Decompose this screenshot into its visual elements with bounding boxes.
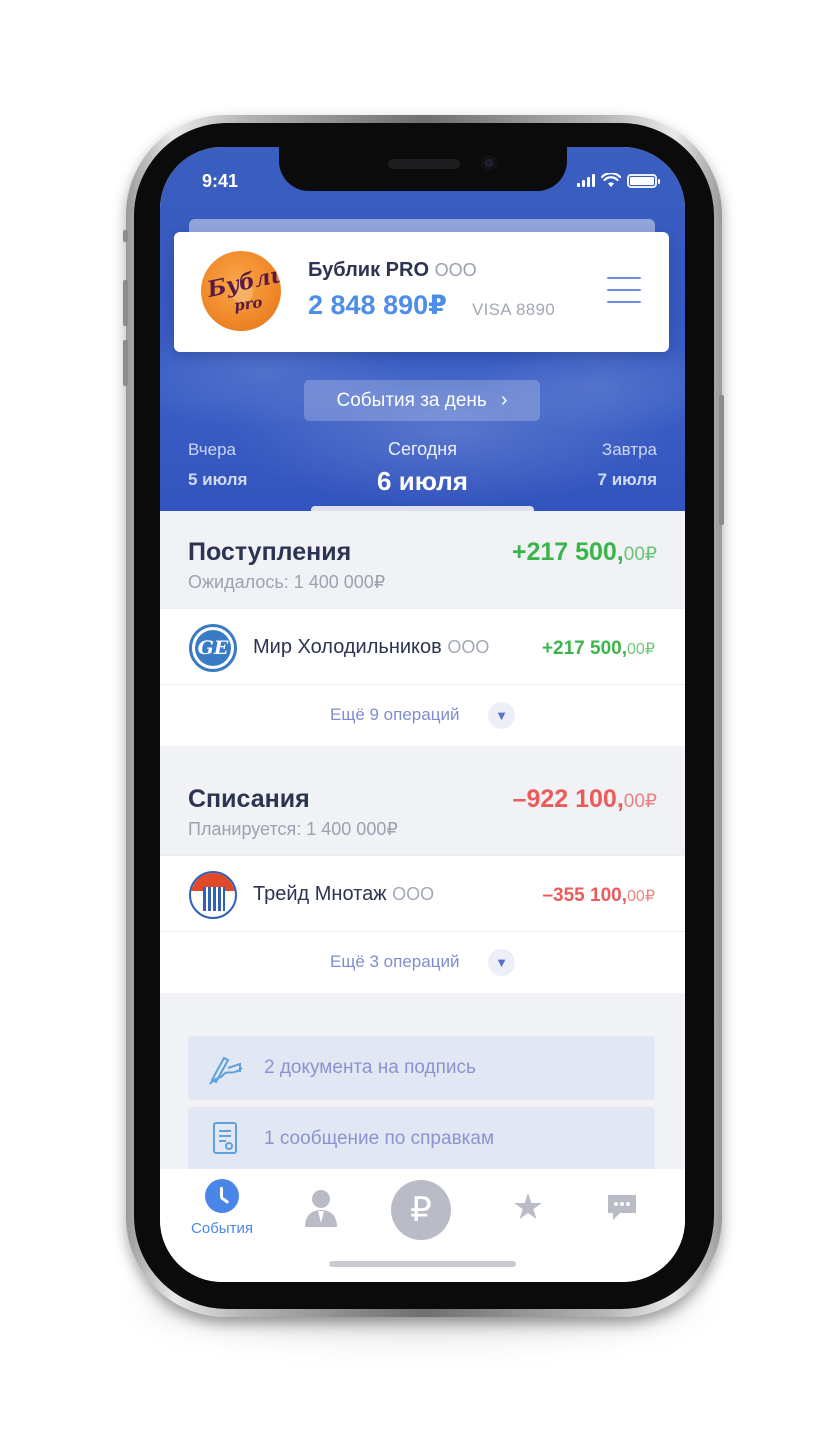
wifi-icon	[601, 173, 621, 187]
income-more-label: Ещё 9 операций	[330, 705, 460, 724]
income-operation-name: Мир Холодильников ООО	[253, 636, 489, 659]
day-events-button[interactable]: События за день ›	[304, 380, 540, 421]
logo-sub: pro	[232, 293, 264, 315]
power-button	[719, 395, 724, 525]
account-balance: 2 848 890₽	[308, 290, 447, 320]
day-today-label: Сегодня	[388, 439, 457, 459]
chevron-right-icon: ›	[500, 389, 508, 411]
expense-more-button[interactable]: Ещё 3 операций ▼	[160, 931, 685, 993]
expense-planned: Планируется: 1 400 000₽	[188, 819, 398, 839]
signature-icon	[209, 1056, 243, 1085]
battery-icon	[627, 173, 660, 188]
company-name: Бублик PRO ООО	[308, 259, 477, 282]
income-operation-amount: +217 500,00₽	[542, 638, 655, 660]
trade-montazh-logo	[189, 871, 237, 919]
documents-to-sign-notice[interactable]: 2 документа на подпись	[188, 1036, 655, 1100]
income-operation-value: +217 500,	[541, 638, 628, 659]
expense-operation-row[interactable]: Трейд Мнотаж ООО –355 100,00₽	[160, 855, 685, 931]
ruble-icon: ₽	[410, 1191, 432, 1229]
home-indicator[interactable]	[329, 1261, 516, 1267]
income-total-kop: 00₽	[623, 544, 657, 565]
status-time: 9:41	[202, 171, 239, 191]
expense-total-value: –922 100,	[512, 785, 624, 813]
income-operation-kop: 00₽	[627, 641, 655, 658]
income-counterparty-form: ООО	[447, 637, 490, 657]
signal-icon	[577, 174, 595, 187]
silent-switch	[123, 230, 128, 242]
volume-down-button	[123, 340, 128, 386]
expense-operation-kop: 00₽	[627, 888, 655, 905]
tab-events[interactable]: События	[186, 1179, 258, 1237]
payments-button[interactable]: ₽	[391, 1180, 451, 1240]
income-operation-row[interactable]: GE Мир Холодильников ООО +217 500,00₽	[160, 608, 685, 684]
expense-operation-name: Трейд Мнотаж ООО	[253, 883, 434, 906]
chevron-down-icon: ▼	[488, 949, 515, 976]
card-number: VISA 8890	[472, 300, 556, 319]
expense-total-kop: 00₽	[623, 791, 657, 812]
expense-title: Списания	[188, 785, 310, 813]
expense-more-label: Ещё 3 операций	[330, 952, 460, 971]
day-next[interactable]: Завтра 7 июля	[598, 440, 657, 490]
expense-operation-value: –355 100,	[542, 885, 628, 906]
documents-to-sign-text: 2 документа на подпись	[264, 1057, 476, 1078]
income-header: Поступления Ожидалось: 1 400 000₽ +217 5…	[160, 511, 685, 608]
tab-events-label: События	[191, 1220, 253, 1237]
references-message-text: 1 сообщение по справкам	[264, 1128, 495, 1149]
income-expected: Ожидалось: 1 400 000₽	[188, 572, 386, 592]
person-icon[interactable]	[304, 1189, 338, 1227]
notch	[279, 147, 567, 191]
menu-icon[interactable]	[607, 277, 643, 305]
speaker	[388, 159, 460, 169]
income-total-value: +217 500,	[511, 538, 624, 566]
income-counterparty: Мир Холодильников	[253, 636, 442, 658]
income-total: +217 500,00₽	[512, 538, 657, 567]
status-icons	[577, 173, 660, 188]
day-next-date: 7 июля	[597, 470, 657, 489]
expense-operation-amount: –355 100,00₽	[542, 885, 655, 907]
expense-counterparty: Трейд Мнотаж	[253, 883, 387, 905]
expense-total: –922 100,00₽	[513, 785, 657, 814]
app-screen: 9:41 Бублик pro Бублик PRO ООО 2 848 890…	[160, 147, 685, 1282]
expense-header: Списания Планируется: 1 400 000₽ –922 10…	[160, 747, 685, 855]
day-next-label: Завтра	[601, 440, 657, 459]
company-name-text: Бублик PRO	[308, 259, 429, 281]
volume-up-button	[123, 280, 128, 326]
day-events-label: События за день	[336, 389, 487, 411]
front-camera	[481, 155, 497, 171]
ge-logo-text: GE	[195, 630, 231, 666]
ge-logo: GE	[189, 624, 237, 672]
company-form: ООО	[434, 260, 477, 280]
clock-icon	[205, 1179, 239, 1213]
income-title: Поступления	[188, 538, 352, 566]
expense-counterparty-form: ООО	[392, 884, 435, 904]
company-logo: Бублик pro	[201, 251, 281, 331]
income-more-button[interactable]: Ещё 9 операций ▼	[160, 684, 685, 746]
chevron-down-icon: ▼	[488, 702, 515, 729]
references-message-notice[interactable]: 1 сообщение по справкам	[188, 1107, 655, 1171]
star-icon[interactable]: ★	[510, 1189, 546, 1225]
document-icon	[213, 1122, 237, 1154]
account-card[interactable]: Бублик pro Бублик PRO ООО 2 848 890₽ VIS…	[174, 232, 669, 352]
chat-icon[interactable]	[606, 1193, 638, 1221]
